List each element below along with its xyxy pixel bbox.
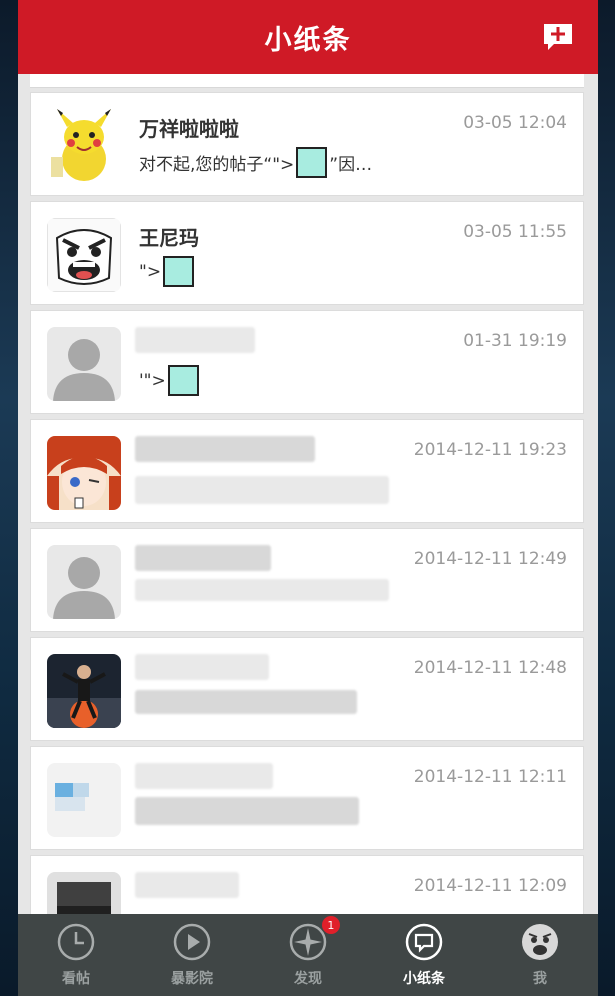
list-item[interactable]: 01-31 19:19 '"> (30, 310, 584, 414)
message-text: 对不起,您的帖子“"> (139, 155, 295, 175)
message-time: 2014-12-11 12:11 (413, 767, 567, 787)
blurred-avatar (47, 872, 121, 914)
message-preview: '"> (139, 365, 201, 396)
dancer-avatar (47, 654, 121, 728)
pikachu-avatar (47, 109, 121, 183)
clock-icon (57, 923, 95, 961)
rage-face-avatar (47, 218, 121, 292)
redacted-name (135, 654, 269, 680)
tab-label: 我 (533, 971, 547, 987)
redacted-name (135, 327, 255, 353)
redacted-message (135, 476, 389, 504)
list-item[interactable]: 王尼玛 03-05 11:55 "> (30, 201, 584, 305)
message-time: 03-05 11:55 (463, 222, 567, 242)
list-item-partial (30, 74, 584, 88)
message-time: 2014-12-11 19:23 (413, 440, 567, 460)
tab-read-posts[interactable]: 看帖 (18, 914, 134, 996)
message-preview: 对不起,您的帖子“"> ”因… (139, 147, 372, 178)
profile-avatar-icon (522, 924, 558, 960)
redacted-message (135, 579, 389, 601)
tab-label: 暴影院 (171, 971, 213, 987)
redacted-name (135, 436, 315, 462)
tab-me[interactable]: 我 (482, 914, 598, 996)
tab-label: 发现 (294, 971, 322, 987)
list-item[interactable]: 2014-12-11 12:11 (30, 746, 584, 850)
chat-bubble-icon (405, 923, 443, 961)
message-time: 01-31 19:19 (463, 331, 567, 351)
default-user-avatar (47, 545, 121, 619)
list-item[interactable]: 2014-12-11 12:09 (30, 855, 584, 914)
bottom-tab-bar: 看帖 暴影院 1 发现 小纸条 我 (18, 914, 598, 996)
list-item[interactable]: 2014-12-11 12:48 (30, 637, 584, 741)
message-time: 2014-12-11 12:48 (413, 658, 567, 678)
sender-name: 王尼玛 (139, 226, 199, 250)
message-text-tail: ”因… (329, 155, 373, 175)
header-bar: 小纸条 (18, 0, 598, 74)
message-text: '"> (139, 370, 166, 391)
redacted-name (135, 872, 239, 898)
redacted-name (135, 545, 271, 571)
missing-glyph-box (167, 365, 199, 396)
background-right (595, 0, 615, 996)
message-list[interactable]: 万祥啦啦啦 03-05 12:04 对不起,您的帖子“"> ”因… 王尼玛 03… (18, 74, 598, 914)
redacted-name (135, 763, 273, 789)
message-preview: "> (139, 256, 196, 287)
message-time: 03-05 12:04 (463, 113, 567, 133)
redacted-message (135, 690, 357, 714)
sender-name: 万祥啦啦啦 (139, 117, 239, 141)
default-user-avatar (47, 327, 121, 401)
list-item[interactable]: 2014-12-11 12:49 (30, 528, 584, 632)
page-title: 小纸条 (264, 24, 352, 56)
background-left (0, 0, 20, 996)
missing-glyph-box (296, 147, 328, 178)
tab-label: 看帖 (62, 971, 90, 987)
tab-cinema[interactable]: 暴影院 (134, 914, 250, 996)
notification-badge: 1 (321, 916, 340, 934)
list-item[interactable]: 2014-12-11 19:23 (30, 419, 584, 523)
redacted-message (135, 797, 359, 825)
tab-label: 小纸条 (403, 971, 445, 987)
message-time: 2014-12-11 12:49 (413, 549, 567, 569)
compose-button[interactable] (542, 22, 574, 52)
anime-girl-avatar (47, 436, 121, 510)
list-item[interactable]: 万祥啦啦啦 03-05 12:04 对不起,您的帖子“"> ”因… (30, 92, 584, 196)
tab-discover[interactable]: 1 发现 (250, 914, 366, 996)
app-window: 小纸条 万祥啦啦啦 03-05 12:04 对不起,您的帖子“"> ”因… 王尼… (18, 0, 598, 996)
play-icon (173, 923, 211, 961)
blurred-avatar (47, 763, 121, 837)
tab-messages[interactable]: 小纸条 (366, 914, 482, 996)
compose-message-icon (544, 24, 572, 50)
message-time: 2014-12-11 12:09 (413, 876, 567, 896)
message-text: "> (139, 261, 162, 282)
missing-glyph-box (163, 256, 195, 287)
